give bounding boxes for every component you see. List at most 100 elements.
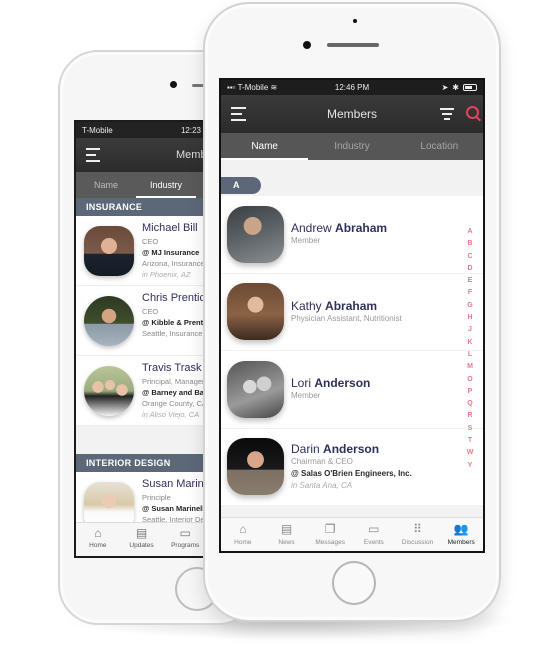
avatar: [84, 296, 134, 346]
index-letter[interactable]: W: [464, 447, 476, 459]
tabbar-label: Discussion: [401, 539, 434, 546]
updates-icon: ▤: [135, 526, 148, 540]
member-row[interactable]: Andrew Abraham Member: [221, 196, 483, 274]
avatar: [84, 226, 134, 276]
tabbar-label: Members: [447, 539, 475, 546]
tabbar-item-home[interactable]: ⌂ Home: [221, 518, 265, 551]
tabbar-label: News: [278, 539, 295, 546]
index-letter[interactable]: Q: [464, 398, 476, 410]
tabbar-label: Messages: [315, 539, 345, 546]
status-bar: T-Mobile 12:23: [76, 122, 207, 138]
nav-bar: Members: [76, 138, 207, 172]
section-header: INTERIOR DESIGN: [76, 454, 207, 472]
avatar: [84, 366, 134, 416]
filter-icon[interactable]: [440, 108, 454, 123]
index-letter[interactable]: K: [464, 337, 476, 349]
tabbar-item-messages[interactable]: ❐ Messages: [308, 518, 352, 551]
tab-location[interactable]: Location: [396, 133, 483, 160]
status-bar: ▪▪▫ T-Mobile ≋ 12:46 PM ➤ ✱: [221, 80, 483, 95]
index-letter[interactable]: S: [464, 423, 476, 435]
index-letter[interactable]: F: [464, 287, 476, 299]
menu-icon[interactable]: [86, 148, 100, 166]
tabbar-item-news[interactable]: ▤ News: [265, 518, 309, 551]
member-company: @ Kibble & Prentice: [142, 318, 207, 327]
member-card[interactable]: Travis Trask Principal, Manager @ Barney…: [76, 356, 207, 426]
time-label: 12:46 PM: [334, 83, 370, 92]
tabbar-label: Home: [89, 542, 107, 549]
tabbar-item-programs[interactable]: ▭ Programs: [163, 523, 207, 556]
member-location: in Aliso Viejo, CA: [142, 410, 200, 419]
section-letter: A: [221, 177, 261, 194]
home-icon: ⌂: [94, 526, 102, 540]
index-letter[interactable]: O: [464, 374, 476, 386]
index-letter[interactable]: C: [464, 251, 476, 263]
member-name: Kathy Abraham: [291, 298, 378, 313]
segment-tabs: Name Industry: [76, 172, 207, 198]
member-company: @ Susan Marinello: [142, 504, 207, 513]
member-list[interactable]: A Andrew Abraham Member Kathy Abraham Ph…: [221, 160, 483, 520]
member-title: CEO: [142, 237, 159, 246]
member-name: Michael Bill: [142, 222, 198, 234]
tabbar-item-events[interactable]: ▭ Events: [352, 518, 396, 551]
index-letter[interactable]: P: [464, 386, 476, 398]
index-letter[interactable]: D: [464, 263, 476, 275]
member-name: Lori Anderson: [291, 376, 371, 391]
member-name: Susan Marinello: [142, 478, 207, 490]
index-letter[interactable]: Y: [464, 460, 476, 472]
tabbar-item-home[interactable]: ⌂ Home: [76, 523, 120, 556]
member-company: @ Barney and Barney: [142, 388, 207, 397]
tab-industry[interactable]: Industry: [308, 133, 395, 160]
index-letter[interactable]: E: [464, 275, 476, 287]
tabbar-label: Updates: [129, 542, 154, 549]
index-letter[interactable]: M: [464, 361, 476, 373]
avatar: [227, 283, 284, 341]
index-letter[interactable]: B: [464, 238, 476, 250]
tabbar-label: Programs: [171, 542, 200, 549]
tab-name[interactable]: Name: [76, 172, 136, 198]
member-name: Darin Anderson: [291, 441, 380, 456]
segment-tabs: Name Industry Location: [221, 133, 483, 160]
member-title: Physician Assistant, Nutritionist: [291, 313, 402, 323]
avatar: [227, 438, 284, 496]
member-row[interactable]: Kathy Abraham Physician Assistant, Nutri…: [221, 274, 483, 351]
member-location: in Santa Ana, CA: [291, 480, 353, 490]
nav-bar: Members: [221, 95, 483, 133]
member-industry: Seattle, Insurance: [142, 329, 203, 338]
front-camera: [170, 81, 177, 88]
index-letter[interactable]: R: [464, 410, 476, 422]
member-title: Member: [291, 236, 321, 246]
alphabet-index[interactable]: ABCDEFGHJKLMOPQRSTWY: [464, 226, 476, 472]
member-name: Travis Trask: [142, 362, 202, 374]
tabbar-item-discussion[interactable]: ⠿ Discussion: [396, 518, 440, 551]
member-name: Chris Prentice: [142, 292, 207, 304]
tabbar-label: Events: [363, 539, 384, 546]
discussion-icon: ⠿: [413, 522, 422, 536]
member-row[interactable]: Darin Anderson Chairman & CEO @ Salas O'…: [221, 429, 483, 506]
tab-bar: ⌂ Home ▤ Updates ▭ Programs: [76, 522, 207, 556]
index-letter[interactable]: A: [464, 226, 476, 238]
member-name: Andrew Abraham: [291, 221, 388, 236]
search-icon[interactable]: [466, 106, 479, 119]
tabbar-item-updates[interactable]: ▤ Updates: [120, 523, 164, 556]
tab-industry[interactable]: Industry: [136, 172, 196, 198]
tab-name[interactable]: Name: [221, 133, 309, 160]
section-header: INSURANCE: [76, 198, 207, 216]
home-icon: ⌂: [239, 522, 247, 536]
member-industry: Orange County, CA: [142, 399, 207, 408]
index-letter[interactable]: T: [464, 435, 476, 447]
avatar: [227, 205, 284, 263]
member-row[interactable]: Lori Anderson Member: [221, 351, 483, 429]
index-letter[interactable]: G: [464, 300, 476, 312]
index-letter[interactable]: J: [464, 324, 476, 336]
tabbar-item-members[interactable]: 👥 Members: [439, 518, 483, 551]
index-letter[interactable]: L: [464, 349, 476, 361]
member-title: Principal, Manager: [142, 377, 205, 386]
member-company: @ Salas O'Brien Engineers, Inc.: [291, 468, 412, 478]
member-industry: Arizona, Insurance: [142, 259, 205, 268]
earpiece-speaker: [327, 43, 379, 47]
back-phone-screen: T-Mobile 12:23 Members Name Industry INS…: [74, 120, 209, 558]
member-card[interactable]: Michael Bill CEO @ MJ Insurance Arizona,…: [76, 216, 207, 286]
home-button[interactable]: [332, 561, 376, 605]
member-card[interactable]: Chris Prentice CEO @ Kibble & Prentice S…: [76, 286, 207, 356]
index-letter[interactable]: H: [464, 312, 476, 324]
